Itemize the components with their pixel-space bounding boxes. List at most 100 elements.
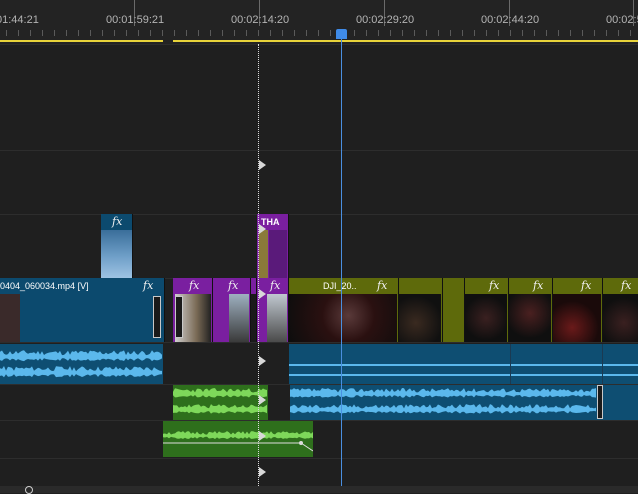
ruler-minor-tick [90, 30, 91, 36]
fx-clip-2[interactable]: fx [213, 278, 251, 342]
ruler-minor-tick [390, 30, 391, 36]
fx-clip-1[interactable]: fx [173, 278, 213, 342]
edit-point-marker-icon [259, 224, 266, 234]
ruler-minor-tick [498, 30, 499, 36]
ruler-timecode: 01:44:21 [0, 14, 39, 26]
ruler-minor-tick [210, 30, 211, 36]
video-track-v2[interactable] [0, 214, 638, 279]
ruler-minor-tick [618, 30, 619, 36]
dji-clip-2[interactable] [399, 278, 443, 342]
audio-track-a4[interactable] [0, 458, 638, 487]
ruler-minor-tick [450, 30, 451, 36]
ruler-minor-tick [246, 30, 247, 36]
video-track-v3[interactable] [0, 150, 638, 215]
ruler-minor-tick [510, 30, 511, 36]
clip-thumbnail [267, 294, 287, 342]
video-clip-small[interactable]: fx [101, 214, 133, 278]
ruler-minor-tick [534, 30, 535, 36]
clip-thumbnail [509, 294, 551, 342]
audio-clip-a3[interactable] [163, 421, 313, 457]
clip-thumbnail [0, 294, 20, 342]
fx-badge-icon: fx [112, 215, 123, 228]
ruler-timecode: 00:02:44:20 [481, 14, 540, 26]
ruler-timecode: 00:02:29:20 [356, 14, 415, 26]
ruler-minor-tick [258, 30, 259, 36]
playhead-line[interactable] [341, 38, 342, 486]
edit-point-marker-icon [259, 356, 266, 366]
ruler-timecode: 00:02:5 [606, 14, 638, 26]
clip-thumbnail [465, 294, 507, 342]
ruler-minor-tick [474, 30, 475, 36]
dji-clip-3[interactable]: fx [465, 278, 509, 342]
timeline-ruler[interactable]: 01:44:21 00:01:59:21 00:02:14:20 00:02:2… [0, 0, 638, 44]
fx-badge-icon: fx [621, 279, 632, 292]
ruler-minor-tick [78, 30, 79, 36]
ruler-minor-tick [18, 30, 19, 36]
timeline-zoom-scrollbar[interactable] [0, 486, 638, 493]
dji-clip-4[interactable]: fx [509, 278, 553, 342]
work-area-bar-right[interactable] [173, 40, 638, 42]
edit-point-marker-icon [259, 160, 266, 170]
ruler-minor-tick [282, 30, 283, 36]
ruler-minor-tick [522, 30, 523, 36]
ruler-minor-tick [438, 30, 439, 36]
ruler-minor-tick [594, 30, 595, 36]
ruler-minor-tick [270, 30, 271, 36]
ruler-minor-tick [234, 30, 235, 36]
audio-clip-a2-green[interactable] [173, 385, 268, 420]
video-track-v4[interactable] [0, 44, 638, 151]
audio-waveform [290, 388, 596, 414]
ruler-minor-tick [294, 30, 295, 36]
ruler-minor-tick [186, 30, 187, 36]
clip-thumbnail [101, 230, 132, 278]
ruler-minor-tick [354, 30, 355, 36]
ruler-minor-tick [402, 30, 403, 36]
ruler-timecode: 00:01:59:21 [106, 14, 165, 26]
work-area-bar-left[interactable] [0, 40, 163, 42]
audio-clip-a2-blue[interactable] [290, 385, 638, 420]
fx-badge-icon: fx [189, 279, 200, 292]
ruler-minor-tick [606, 30, 607, 36]
fx-clip-4[interactable]: fx [257, 278, 289, 342]
ruler-minor-tick [330, 30, 331, 36]
clip-boundary [510, 344, 511, 384]
clip-thumbnail [553, 294, 601, 342]
clip-thumbnail [399, 294, 441, 342]
playhead-icon[interactable] [336, 29, 347, 39]
audio-clip-a1-left[interactable] [0, 344, 163, 384]
ruler-minor-tick [126, 30, 127, 36]
ruler-minor-tick [570, 30, 571, 36]
ruler-minor-tick [114, 30, 115, 36]
ruler-minor-tick [54, 30, 55, 36]
edit-cursor-line [258, 44, 259, 488]
clip-end-handle[interactable] [153, 296, 161, 338]
audio-track-a3[interactable] [0, 420, 638, 459]
fx-badge-icon: fx [581, 279, 592, 292]
clip-thumbnail [269, 230, 287, 278]
edit-point-marker-icon [259, 431, 266, 441]
ruler-minor-tick [66, 30, 67, 36]
dji-clip-5[interactable]: fx [553, 278, 603, 342]
ruler-minor-tick [102, 30, 103, 36]
video-clip-main[interactable]: 0404_060034.mp4 [V] fx [0, 278, 165, 342]
clip-end-handle[interactable] [597, 385, 603, 419]
dji-clip[interactable]: DJI_20.. fx [289, 278, 399, 342]
audio-waveform [173, 388, 267, 414]
ruler-minor-tick [42, 30, 43, 36]
ruler-minor-tick [426, 30, 427, 36]
clip-start-handle[interactable] [175, 296, 183, 338]
ruler-minor-tick [414, 30, 415, 36]
ruler-minor-tick [174, 30, 175, 36]
ruler-minor-tick [462, 30, 463, 36]
dji-clip-gap[interactable] [443, 278, 465, 342]
ruler-minor-tick [150, 30, 151, 36]
fx-badge-icon: fx [143, 279, 154, 292]
ruler-minor-tick [630, 30, 631, 36]
ruler-minor-tick [366, 30, 367, 36]
fx-badge-icon: fx [228, 279, 239, 292]
clip-name-label: 0404_060034.mp4 [V] [0, 281, 89, 291]
dji-clip-6[interactable]: fx [603, 278, 638, 342]
clip-boundary [602, 344, 603, 384]
ruler-minor-tick [558, 30, 559, 36]
fx-badge-icon: fx [270, 279, 281, 292]
